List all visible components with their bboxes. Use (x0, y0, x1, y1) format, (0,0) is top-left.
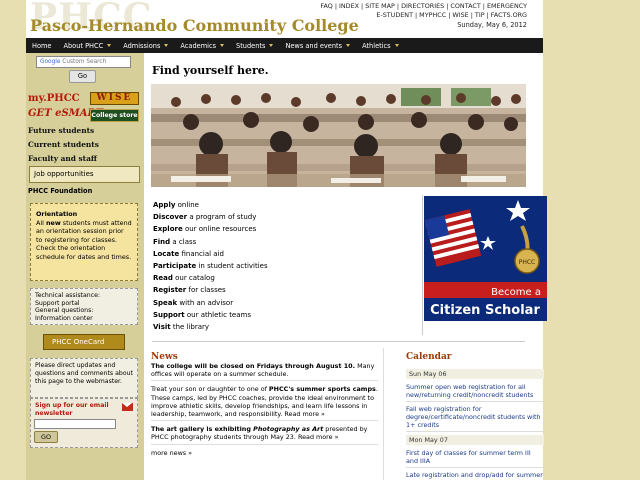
myphcc-link[interactable]: my.PHCC (28, 93, 80, 104)
onecard-link[interactable]: PHCC OneCard (43, 334, 125, 350)
more-news-link[interactable]: more news » (151, 449, 378, 457)
job-opportunities-link[interactable]: Job opportunities (29, 166, 140, 183)
news-heading[interactable]: News (151, 352, 178, 362)
utility-links[interactable]: FAQ | INDEX | SITE MAP | DIRECTORIES | C… (307, 2, 527, 20)
news-item[interactable]: Treat your son or daughter to one of PHC… (151, 385, 378, 422)
email-field[interactable] (34, 419, 116, 429)
information-center-link[interactable]: Information center (35, 315, 133, 323)
nav-home[interactable]: Home (26, 42, 57, 50)
left-sidebar: Google Custom Search Go my.PHCC WISE GET… (26, 53, 144, 480)
divider (383, 348, 384, 480)
action-participate[interactable]: Participate in student activities (153, 260, 268, 272)
calendar-list: Sun May 06 Summer open web registration … (406, 369, 544, 480)
main-content: Find yourself here. Apply online Discove… (144, 53, 547, 480)
seal-text: PHCC (519, 259, 536, 266)
faculty-staff-link[interactable]: Faculty and staff (28, 154, 97, 163)
classroom-photo (151, 84, 526, 187)
calendar-date: Sun May 06 (406, 369, 544, 379)
nav-about[interactable]: About PHCC (57, 42, 117, 50)
action-visit[interactable]: Visit the library (153, 321, 268, 333)
action-discover[interactable]: Discover a program of study (153, 211, 268, 223)
calendar-event[interactable]: Summer open web registration for all new… (406, 383, 544, 402)
mail-icon (122, 403, 133, 411)
citizen-line1: Become a (491, 287, 541, 298)
chevron-down-icon (394, 44, 399, 47)
nav-admissions[interactable]: Admissions (117, 42, 174, 50)
search-input[interactable]: Google Custom Search (36, 56, 131, 68)
action-read[interactable]: Read our catalog (153, 272, 268, 284)
nav-news-events[interactable]: News and events (279, 42, 356, 50)
citizen-scholar-banner[interactable]: PHCC Become a Citizen Scholar (424, 196, 547, 321)
page-title: Find yourself here. (152, 64, 269, 77)
news-list: The college will be closed on Fridays th… (151, 362, 378, 457)
page: PHCC Pasco-Hernando Community College FA… (26, 0, 547, 480)
action-find[interactable]: Find a class (153, 236, 268, 248)
action-locate[interactable]: Locate financial aid (153, 248, 268, 260)
action-apply[interactable]: Apply online (153, 199, 268, 211)
calendar-event[interactable]: Late registration and drop/add for summe… (406, 471, 544, 480)
foundation-link[interactable]: PHCC Foundation (28, 187, 92, 195)
orientation-notice: Orientation All new students must attend… (30, 203, 138, 281)
divider (152, 341, 525, 342)
action-support[interactable]: Support our athletic teams (153, 309, 268, 321)
calendar-event[interactable]: Fall web registration for degree/certifi… (406, 405, 544, 432)
chevron-down-icon (107, 44, 112, 47)
current-students-link[interactable]: Current students (28, 140, 99, 149)
support-portal-link[interactable]: Support portal (35, 300, 133, 308)
chevron-down-icon (346, 44, 351, 47)
news-item[interactable]: The art gallery is exhibiting Photograph… (151, 425, 378, 445)
nav-students[interactable]: Students (230, 42, 279, 50)
divider (422, 195, 423, 335)
nav-academics[interactable]: Academics (174, 42, 230, 50)
main-nav: Home About PHCC Admissions Academics Stu… (26, 38, 543, 53)
tech-assistance-box: Technical assistance: Support portal Gen… (30, 288, 138, 325)
college-store-link[interactable]: College store (90, 109, 139, 122)
nav-athletics[interactable]: Athletics (356, 42, 405, 50)
search-go-button[interactable]: Go (69, 70, 96, 83)
signup-go-button[interactable]: GO (34, 431, 58, 443)
newsletter-signup: Sign up for our email newsletter GO (30, 398, 138, 448)
action-speak[interactable]: Speak with an advisor (153, 297, 268, 309)
news-item[interactable]: The college will be closed on Fridays th… (151, 362, 378, 382)
site-banner: PHCC Pasco-Hernando Community College FA… (26, 0, 543, 38)
chevron-down-icon (220, 44, 225, 47)
action-links: Apply online Discover a program of study… (153, 199, 268, 333)
current-date: Sunday, May 6, 2012 (457, 21, 527, 29)
calendar-event[interactable]: First day of classes for summer term III… (406, 449, 544, 468)
webmaster-notice[interactable]: Please direct updates and questions and … (30, 358, 138, 398)
future-students-link[interactable]: Future students (28, 126, 94, 135)
action-register[interactable]: Register for classes (153, 284, 268, 296)
wise-link[interactable]: WISE (90, 92, 139, 105)
action-explore[interactable]: Explore our online resources (153, 223, 268, 235)
calendar-heading[interactable]: Calendar (406, 352, 452, 362)
citizen-line2: Citizen Scholar (430, 303, 540, 318)
chevron-down-icon (269, 44, 274, 47)
calendar-date: Mon May 07 (406, 435, 544, 445)
chevron-down-icon (164, 44, 169, 47)
